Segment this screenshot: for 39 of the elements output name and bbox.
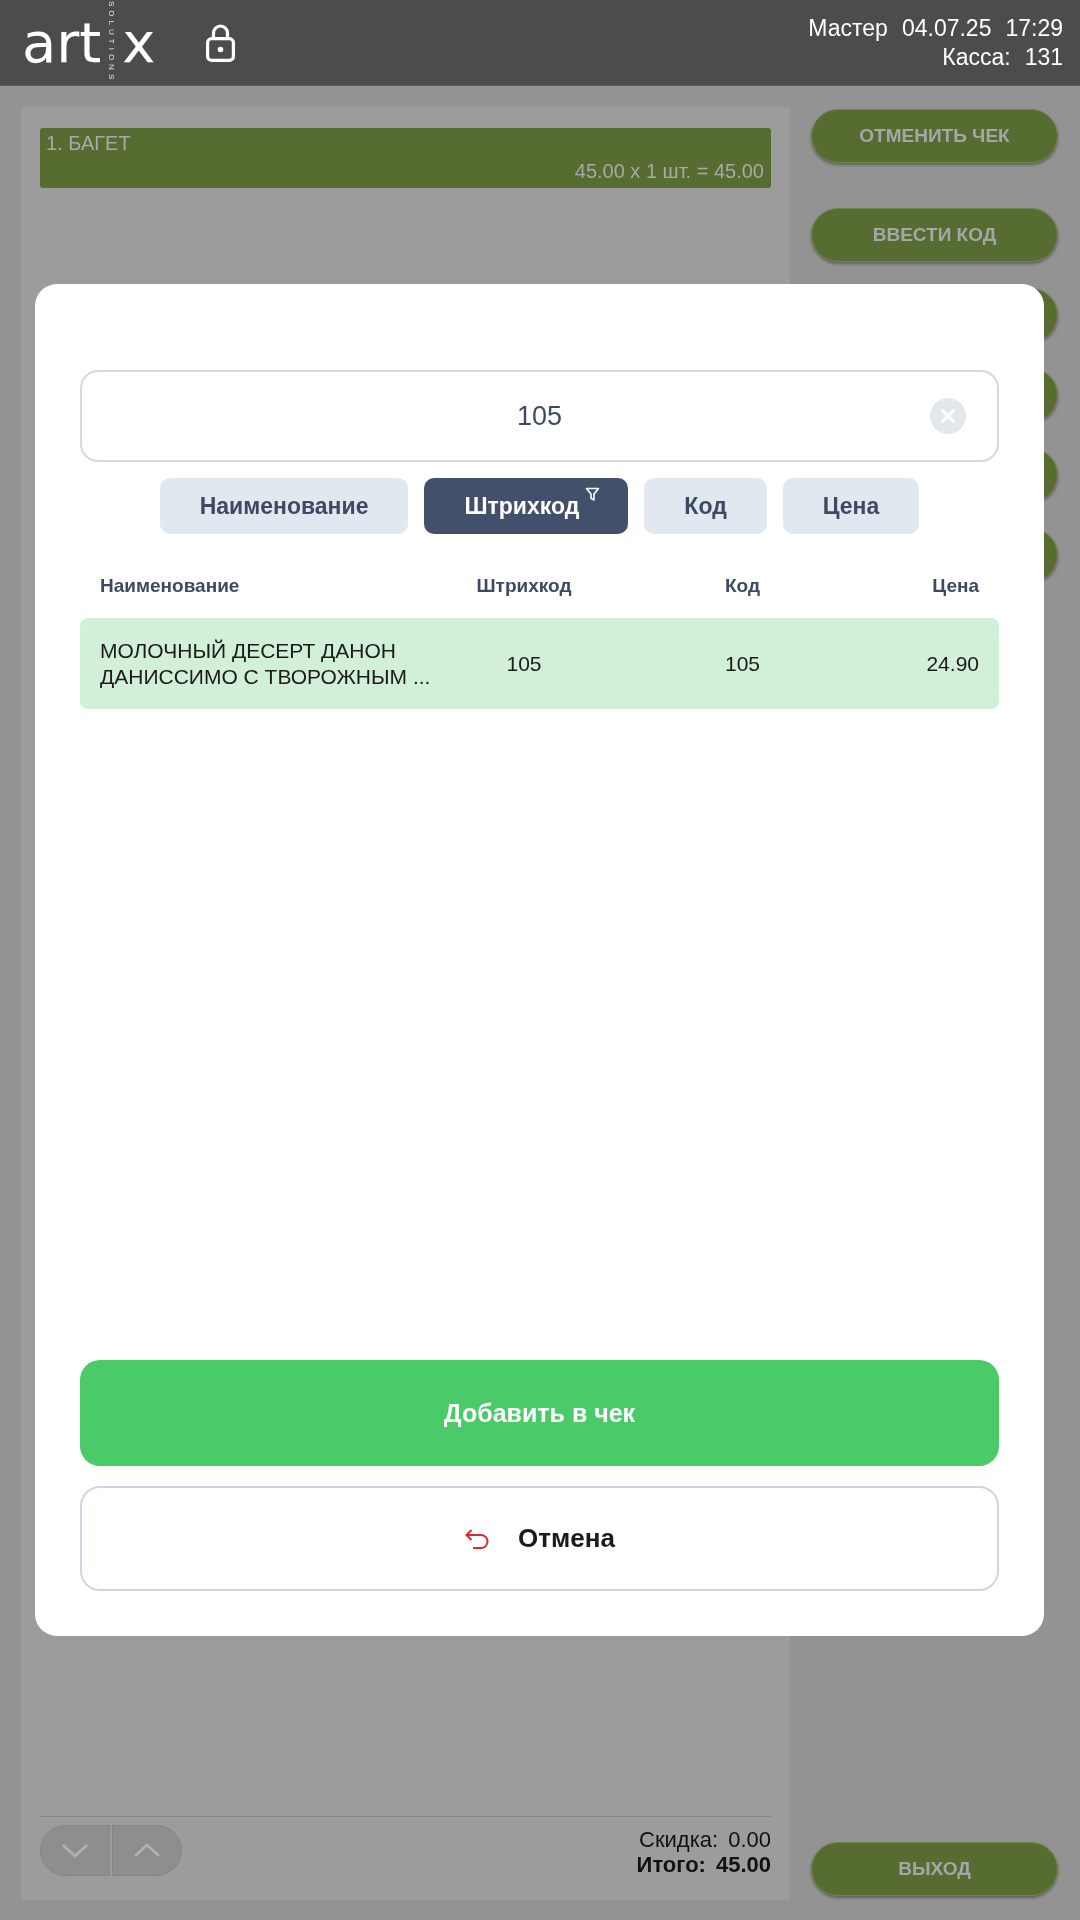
register-number: 131 — [1024, 42, 1063, 72]
column-header: Наименование — [100, 575, 241, 597]
undo-arrow-icon — [464, 1527, 491, 1550]
column-header: Штрихкод — [475, 575, 573, 597]
table-cell-text: 105 — [505, 650, 543, 677]
column-header: Код — [724, 575, 761, 597]
table-cell-text: 24.90 — [925, 650, 979, 677]
logo-letter: x — [122, 14, 156, 71]
column-header: Цена — [931, 575, 979, 597]
table-cell-text: 105 — [723, 650, 761, 677]
item-calculation: 45.00 x 1 шт. = 45.00 — [574, 159, 764, 183]
total-value: 45.00 — [715, 1852, 771, 1877]
register-label: Касса: — [942, 42, 1011, 72]
cancel-button[interactable]: Отмена — [80, 1486, 999, 1591]
filter-tab[interactable]: Цена — [782, 478, 920, 534]
chevron-up-icon — [133, 1843, 161, 1858]
scroll-up-button[interactable] — [112, 1825, 182, 1876]
search-field[interactable]: 105 — [149, 386, 930, 446]
funnel-icon — [585, 487, 601, 502]
time-text: 17:29 — [1005, 13, 1063, 43]
user-name: Мастер — [808, 13, 888, 43]
discount-label: Скидка: — [639, 1827, 719, 1852]
filter-tab[interactable]: Штрихкод — [424, 478, 629, 534]
total-label: Итого: — [636, 1852, 706, 1877]
item-name: 1. БАГЕТ — [46, 131, 132, 155]
close-icon — [940, 408, 956, 424]
lock-icon — [205, 23, 237, 62]
discount-value: 0.00 — [728, 1827, 771, 1852]
chevron-down-icon — [61, 1843, 89, 1858]
filter-tab[interactable]: Код — [644, 478, 767, 534]
clear-button[interactable] — [930, 398, 966, 434]
table-cell-text: МОЛОЧНЫЙ ДЕСЕРТ ДАНОН ДАНИССИМО С ТВОРОЖНЫМ ... — [100, 637, 432, 690]
logo-text: art — [22, 14, 102, 71]
logo-tagline: SOLUTIONS — [107, 1, 117, 84]
scroll-down-button[interactable] — [40, 1825, 110, 1876]
date-text: 04.07.25 — [901, 13, 992, 43]
filter-tab[interactable]: Наименование — [159, 478, 409, 534]
search-bar[interactable]: 105 — [80, 370, 999, 462]
table-row[interactable]: МОЛОЧНЫЙ ДЕСЕРТ ДАНОН ДАНИССИМО С ТВОРОЖНЫМ ... 105 105 24.90 — [80, 618, 999, 709]
